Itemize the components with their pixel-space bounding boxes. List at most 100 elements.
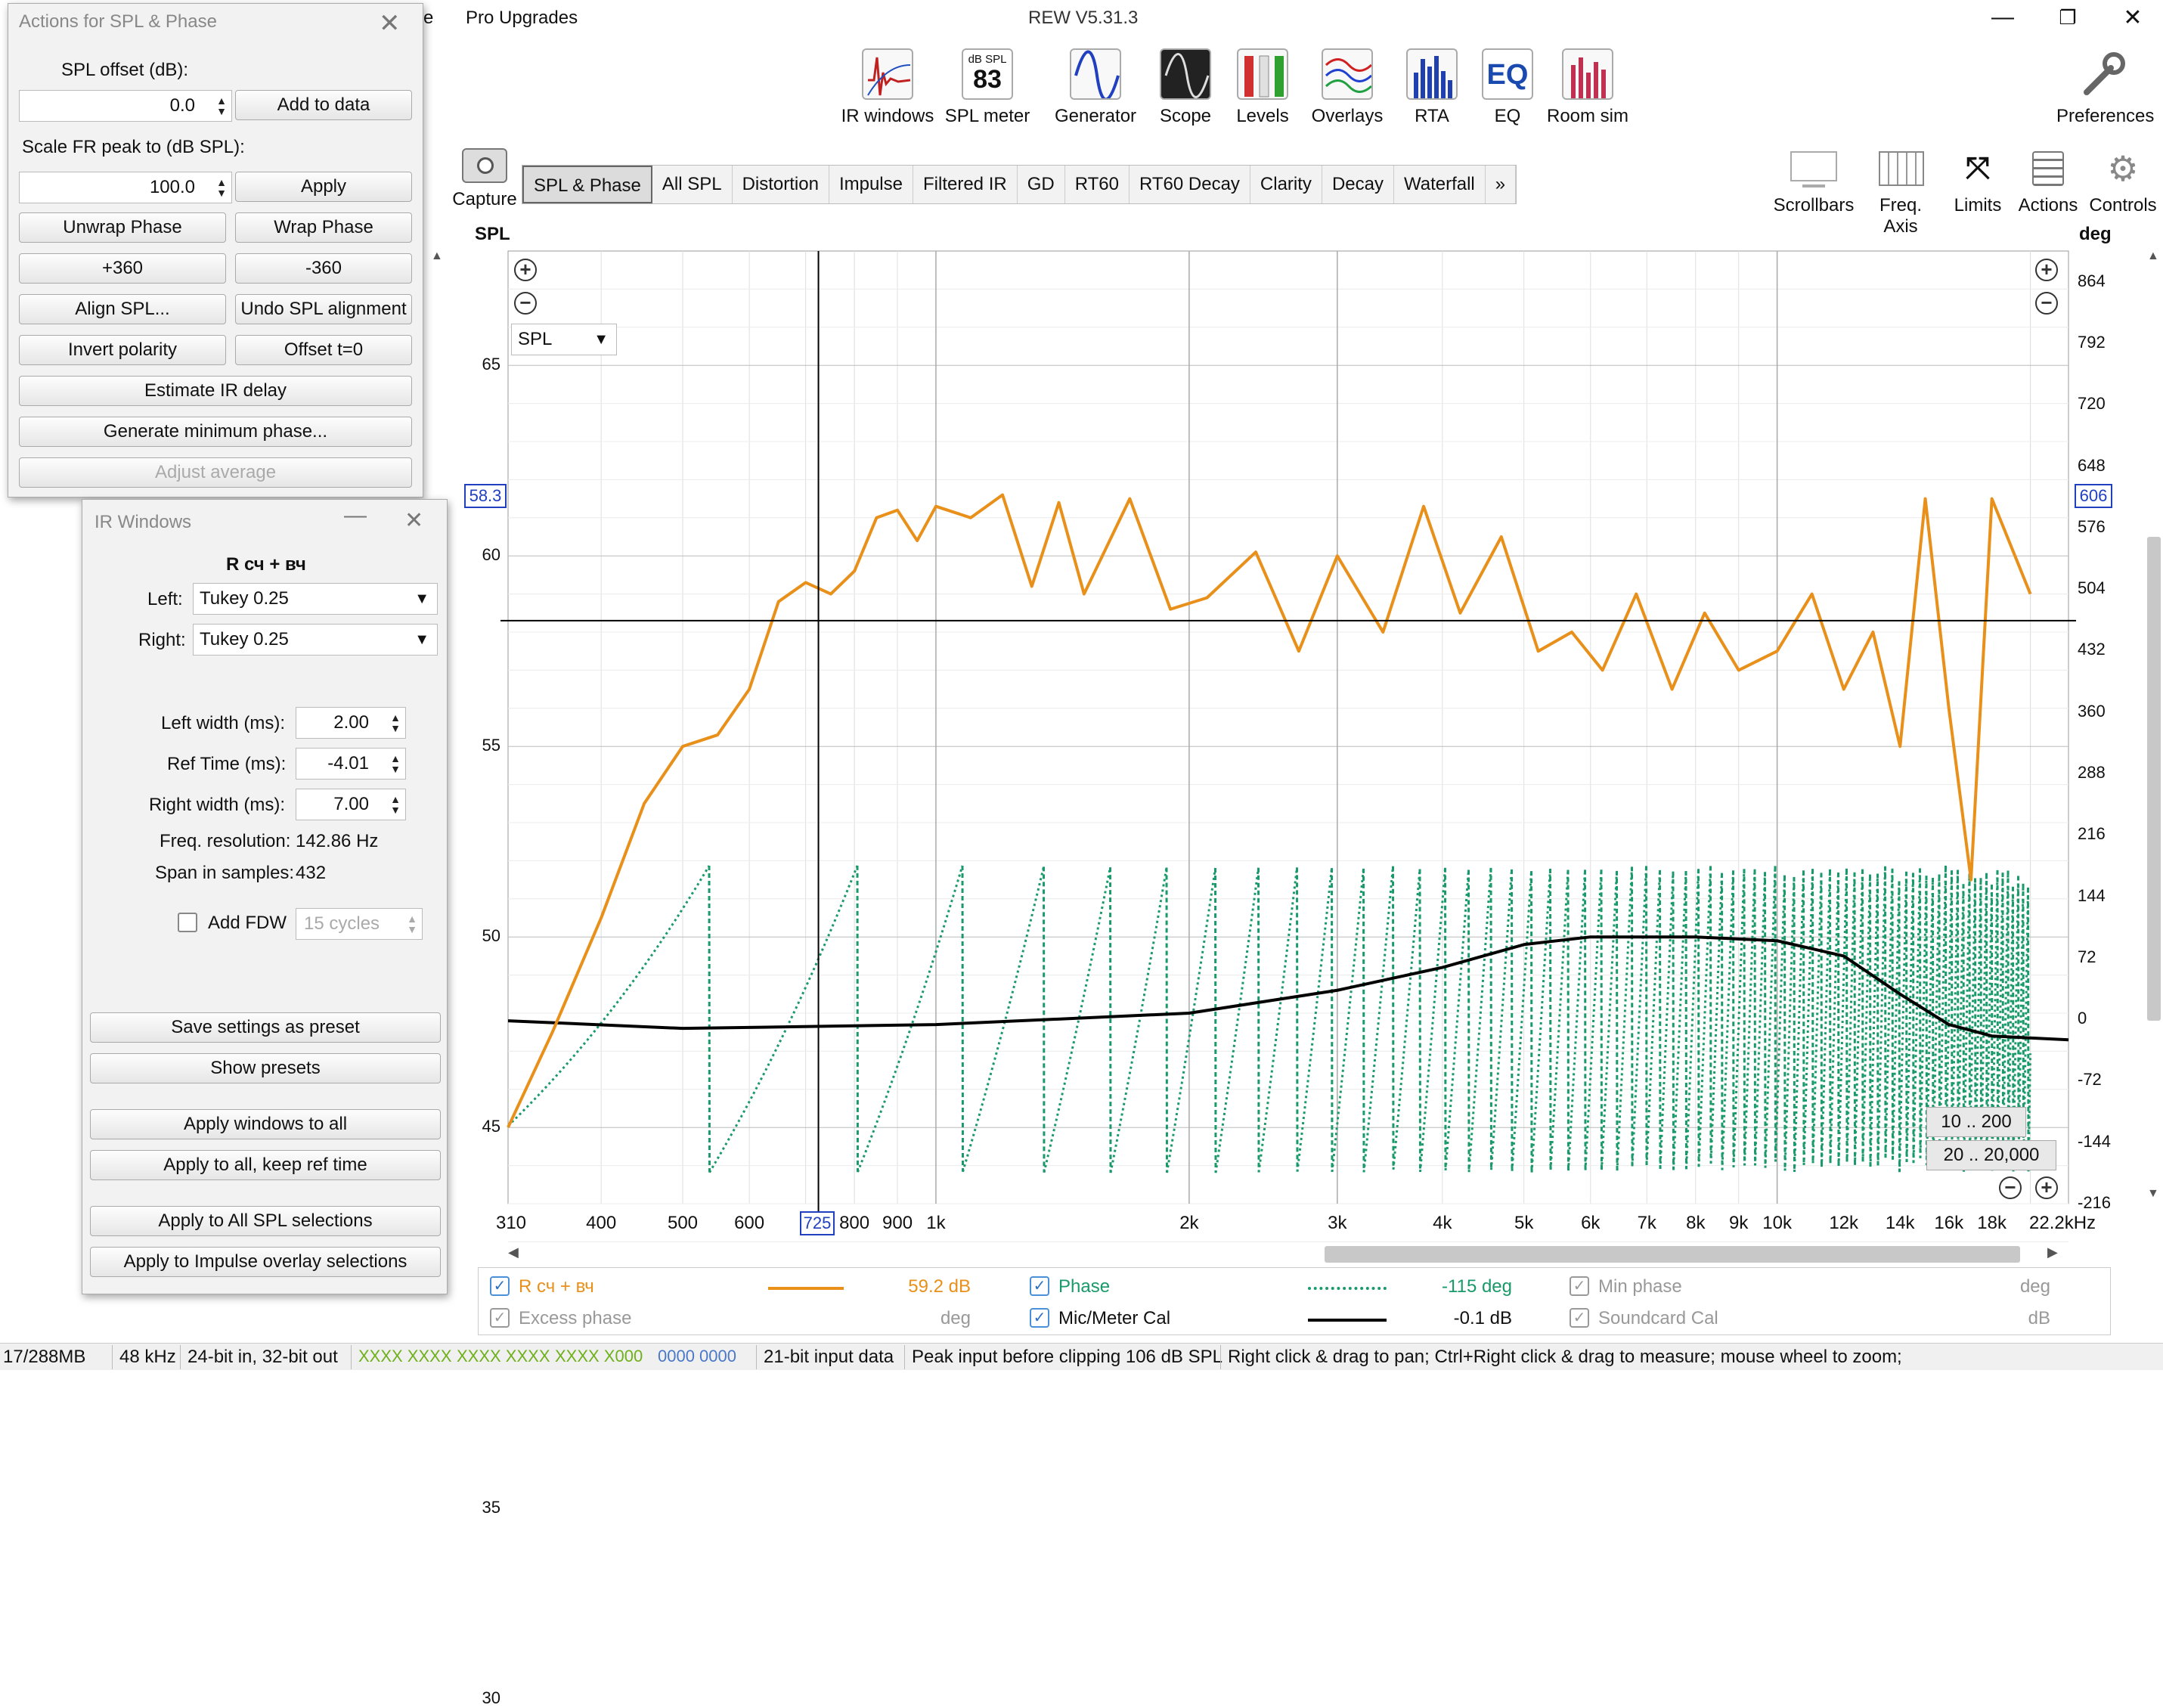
phase-wrap-line: [1709, 866, 1712, 1164]
undo-spl-alignment-button[interactable]: Undo SPL alignment: [235, 294, 412, 324]
apply-all-spl-button[interactable]: Apply to All SPL selections: [90, 1206, 441, 1236]
range-20-20000-button[interactable]: 20 .. 20,000: [1926, 1140, 2056, 1170]
phase-series-line: [1764, 866, 1777, 1168]
scope-button[interactable]: Scope: [1151, 48, 1220, 127]
plus-360-button[interactable]: +360: [19, 253, 226, 284]
phase-wrap-line: [1743, 869, 1746, 1166]
phase-series-line: [857, 865, 964, 1173]
left-scroll-up-icon[interactable]: ▲: [431, 250, 443, 263]
add-to-data-button[interactable]: Add to data: [235, 90, 412, 120]
zoom-out-x-icon[interactable]: −: [1999, 1176, 2022, 1199]
phase-series-line: [1884, 868, 1894, 1158]
room-sim-button[interactable]: Room sim: [1542, 48, 1633, 127]
zoom-in-icon[interactable]: +: [514, 259, 537, 281]
levels-button[interactable]: Levels: [1228, 48, 1297, 127]
rta-button[interactable]: RTA: [1400, 48, 1464, 127]
limits-button[interactable]: ⤧ Limits: [1946, 148, 2010, 216]
cursor-freq-readout: 725: [800, 1211, 835, 1235]
add-fdw-checkbox[interactable]: [178, 913, 197, 932]
apply-impulse-overlay-button[interactable]: Apply to Impulse overlay selections: [90, 1247, 441, 1277]
tab-rt60[interactable]: RT60: [1065, 166, 1130, 203]
actions-button[interactable]: Actions: [2014, 148, 2082, 216]
tab-clarity[interactable]: Clarity: [1250, 166, 1322, 203]
apply-windows-all-button[interactable]: Apply windows to all: [90, 1109, 441, 1139]
horizontal-scrollbar[interactable]: ◀ ▶: [508, 1243, 2065, 1264]
ir-close-icon[interactable]: ✕: [404, 507, 423, 534]
phase-wrap-line: [1331, 868, 1334, 1172]
align-spl-button[interactable]: Align SPL...: [19, 294, 226, 324]
close-icon[interactable]: ✕: [2114, 5, 2152, 31]
save-preset-button[interactable]: Save settings as preset: [90, 1012, 441, 1043]
unwrap-phase-button[interactable]: Unwrap Phase: [19, 212, 226, 243]
phase-wrap-line: [1600, 869, 1603, 1170]
minimize-icon[interactable]: —: [1984, 5, 2022, 30]
actions-close-icon[interactable]: ✕: [379, 8, 401, 39]
apply-all-keep-ref-button[interactable]: Apply to all, keep ref time: [90, 1150, 441, 1180]
tab-filtered-ir[interactable]: Filtered IR: [913, 166, 1018, 203]
ref-time-field[interactable]: -4.01 ▲ ▼: [296, 748, 406, 780]
tab-more[interactable]: »: [1486, 166, 1517, 203]
vertical-scrollbar[interactable]: ▲ ▼: [2146, 250, 2162, 1202]
right-width-field[interactable]: 7.00 ▲ ▼: [296, 789, 406, 820]
spl-offset-field[interactable]: 0.0 ▲ ▼: [19, 90, 232, 122]
phase-series-line: [1905, 873, 1914, 1162]
left-width-field[interactable]: 2.00 ▲ ▼: [296, 707, 406, 739]
tab-all-spl[interactable]: All SPL: [652, 166, 733, 203]
legend-checkbox-mic-cal[interactable]: ✓: [1030, 1308, 1049, 1328]
tab-decay[interactable]: Decay: [1322, 166, 1394, 203]
scrollbars-button[interactable]: Scrollbars: [1772, 148, 1855, 216]
tab-rt60-decay[interactable]: RT60 Decay: [1130, 166, 1250, 203]
y2-tick-label: -72: [2078, 1070, 2102, 1090]
overlays-button[interactable]: Overlays: [1306, 48, 1388, 127]
zoom-in-x-icon[interactable]: +: [2035, 1176, 2058, 1199]
legend-checkbox-excess-phase[interactable]: ✓: [490, 1308, 510, 1328]
freq-axis-button[interactable]: Freq. Axis: [1863, 148, 1938, 237]
scale-fr-field[interactable]: 100.0 ▲ ▼: [19, 172, 232, 203]
scrollbar-thumb[interactable]: [1325, 1246, 2020, 1263]
generator-button[interactable]: Generator: [1048, 48, 1143, 127]
legend-value-r: 59.2 dB: [908, 1276, 971, 1297]
graph-type-select[interactable]: SPL ▼: [511, 324, 617, 355]
wrap-phase-button[interactable]: Wrap Phase: [235, 212, 412, 243]
minus-360-button[interactable]: -360: [235, 253, 412, 284]
capture-button[interactable]: Capture: [451, 148, 519, 210]
controls-button[interactable]: ⚙ Controls: [2087, 148, 2159, 216]
camera-icon: [462, 148, 507, 183]
restore-icon[interactable]: ❐: [2049, 6, 2087, 29]
tab-gd[interactable]: GD: [1018, 166, 1065, 203]
eq-button[interactable]: EQ EQ: [1479, 48, 1536, 127]
room-sim-icon: [1562, 48, 1613, 100]
legend-checkbox-soundcard-cal[interactable]: ✓: [1570, 1308, 1589, 1328]
tab-impulse[interactable]: Impulse: [829, 166, 913, 203]
ir-minimize-icon[interactable]: —: [344, 503, 367, 529]
left-window-select[interactable]: Tukey 0.25 ▼: [193, 583, 438, 615]
legend-name-r: R сч + вч: [519, 1276, 594, 1297]
apply-scale-button[interactable]: Apply: [235, 172, 412, 202]
right-window-select[interactable]: Tukey 0.25 ▼: [193, 624, 438, 656]
show-presets-button[interactable]: Show presets: [90, 1053, 441, 1083]
estimate-ir-delay-button[interactable]: Estimate IR delay: [19, 376, 412, 406]
generate-minimum-phase-button[interactable]: Generate minimum phase...: [19, 417, 412, 447]
fdw-cycles-field[interactable]: 15 cycles ▲ ▼: [296, 908, 423, 940]
zoom-out-right-icon[interactable]: −: [2035, 292, 2058, 315]
spl-meter-button[interactable]: dB SPL 83 SPL meter: [944, 48, 1031, 127]
adjust-average-button[interactable]: Adjust average: [19, 457, 412, 488]
zoom-out-icon[interactable]: −: [514, 292, 537, 315]
tab-waterfall[interactable]: Waterfall: [1394, 166, 1486, 203]
offset-t0-button[interactable]: Offset t=0: [235, 335, 412, 365]
vscroll-thumb[interactable]: [2147, 537, 2161, 1021]
invert-polarity-button[interactable]: Invert polarity: [19, 335, 226, 365]
tab-spl-phase[interactable]: SPL & Phase: [522, 166, 652, 203]
phase-wrap-line: [2027, 887, 2030, 1172]
tab-distortion[interactable]: Distortion: [733, 166, 829, 203]
legend-checkbox-r[interactable]: ✓: [490, 1276, 510, 1296]
y2-tick-label: -216: [2078, 1193, 2112, 1212]
menu-pro-upgrades[interactable]: Pro Upgrades: [466, 8, 578, 29]
zoom-in-right-icon[interactable]: +: [2035, 259, 2058, 281]
ir-windows-button[interactable]: IR windows: [841, 48, 934, 127]
right-width-label: Right width (ms):: [149, 795, 286, 815]
range-10-200-button[interactable]: 10 .. 200: [1926, 1107, 2026, 1137]
preferences-button[interactable]: Preferences: [2056, 48, 2154, 127]
legend-checkbox-min-phase[interactable]: ✓: [1570, 1276, 1589, 1296]
legend-checkbox-phase[interactable]: ✓: [1030, 1276, 1049, 1296]
